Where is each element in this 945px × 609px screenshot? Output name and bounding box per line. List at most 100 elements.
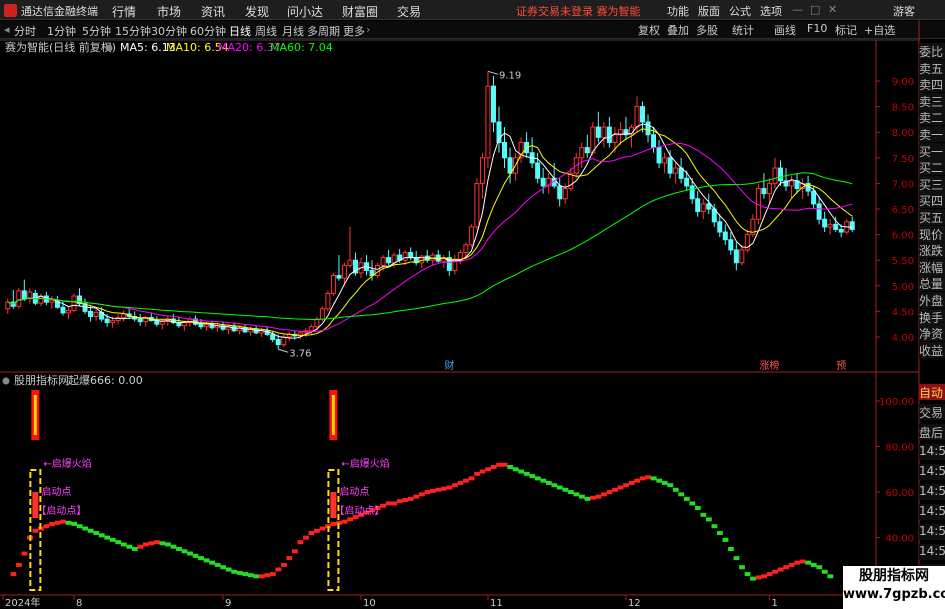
time-tick-label: 8: [76, 598, 82, 609]
candle-body: [717, 221, 723, 233]
osc-step: [479, 469, 486, 474]
sidebar-tick-time: 14:5: [919, 464, 945, 480]
candle-body: [838, 228, 844, 233]
candle-body: [203, 324, 209, 328]
osc-step: [639, 476, 646, 481]
osc-step: [562, 487, 569, 492]
candle-body: [314, 318, 320, 328]
event-markers: 财 涨榜 预: [444, 359, 846, 372]
osc-step: [275, 567, 282, 572]
candle-body: [562, 188, 568, 200]
price-axis: 9.00 8.50 8.00 7.50 7.00 6.50 6.00 5.50 5.00 4.50…: [876, 77, 914, 590]
sidebar-tick-time: 14:5: [919, 544, 945, 560]
candle-body: [645, 121, 651, 136]
osc-step: [198, 556, 205, 561]
candle-body: [490, 85, 496, 123]
flame-signal-core: [331, 395, 335, 435]
osc-step: [463, 478, 469, 483]
candle-body: [391, 254, 397, 264]
candle-body: [595, 126, 601, 138]
osc-step: [292, 549, 298, 554]
sidebar-mode-item[interactable]: 交易: [919, 404, 945, 420]
osc-step: [253, 574, 260, 579]
candle-body: [733, 249, 739, 264]
osc-step: [115, 540, 122, 545]
osc-tick-label: 40.00: [885, 534, 914, 545]
osc-step: [441, 486, 447, 491]
osc-step: [192, 553, 199, 558]
candle-body: [695, 198, 701, 213]
candle-body: [816, 203, 822, 220]
osc-step: [672, 487, 679, 492]
osc-step: [821, 569, 828, 574]
osc-step: [418, 492, 425, 497]
time-tick-label: 11: [490, 598, 503, 609]
osc-step: [264, 573, 271, 578]
candle-body: [662, 157, 668, 164]
candle-body: [198, 323, 204, 328]
osc-step: [485, 467, 492, 472]
sidebar-quote-label: 委比: [919, 43, 945, 59]
osc-step: [269, 572, 276, 577]
osc-step: [623, 483, 630, 488]
candle-body: [822, 218, 828, 228]
osc-step: [396, 499, 403, 504]
sidebar-quote-label: 净资: [919, 325, 945, 342]
osc-step: [601, 492, 607, 497]
candle-body: [121, 313, 127, 319]
candle-body: [634, 106, 640, 128]
candle-body: [651, 134, 657, 149]
candle-body: [590, 126, 596, 154]
candle-body: [341, 264, 347, 279]
sidebar-quote-label: 买二: [919, 159, 945, 176]
sidebar-mode-item[interactable]: 盘后: [919, 424, 945, 440]
sidebar-quote-label: 买五: [919, 209, 945, 225]
osc-step: [209, 560, 216, 565]
osc-step: [424, 490, 431, 495]
osc-step: [661, 480, 668, 485]
price-tick-label: 4.00: [892, 333, 914, 344]
osc-step: [783, 565, 790, 570]
max-price-label: 9.19: [499, 70, 521, 81]
candle-body: [325, 292, 331, 310]
osc-step: [490, 465, 497, 469]
candle-body: [673, 167, 679, 174]
osc-step: [595, 494, 602, 499]
osc-step: [104, 535, 111, 540]
osc-step: [242, 572, 249, 577]
candle-body: [849, 221, 855, 230]
price-tick-label: 7.50: [892, 154, 914, 165]
osc-step: [137, 544, 144, 549]
candle-body: [656, 147, 662, 164]
price-tick-label: 4.50: [892, 307, 914, 318]
candle-body: [811, 190, 817, 205]
candle-body: [612, 134, 618, 143]
osc-step: [512, 467, 519, 472]
stock-chart[interactable]: 赛为智能(日线 前复权) MA5: 6.13 MA10: 6.54 MA20: …: [0, 0, 945, 609]
osc-step: [777, 567, 784, 572]
candle-body: [137, 318, 143, 323]
osc-step: [280, 562, 287, 567]
candle-body: [706, 203, 712, 210]
osc-step: [650, 476, 657, 481]
sub-legend-toggle-icon: [2, 377, 10, 385]
osc-step: [496, 462, 503, 467]
osc-step: [452, 483, 458, 488]
watermark: 股朋指标网 www.7gpzb.com: [843, 566, 945, 609]
osc-step: [667, 483, 674, 488]
start-point-label: 启动点: [339, 485, 369, 498]
osc-step: [556, 485, 563, 490]
flame-signal-core: [33, 395, 37, 435]
osc-step: [645, 475, 652, 480]
sidebar-quote-label: 卖三: [919, 92, 945, 109]
candle-body: [827, 223, 833, 228]
start-point-bracket-label: 【启动点】: [334, 504, 384, 517]
osc-step: [750, 576, 756, 581]
osc-step: [717, 531, 723, 536]
sidebar-mode-item[interactable]: 自动: [919, 384, 945, 400]
candle-body: [330, 275, 336, 294]
candle-body: [684, 177, 690, 187]
candle-body: [110, 320, 116, 324]
osc-step: [214, 562, 221, 567]
osc-step: [507, 465, 514, 469]
